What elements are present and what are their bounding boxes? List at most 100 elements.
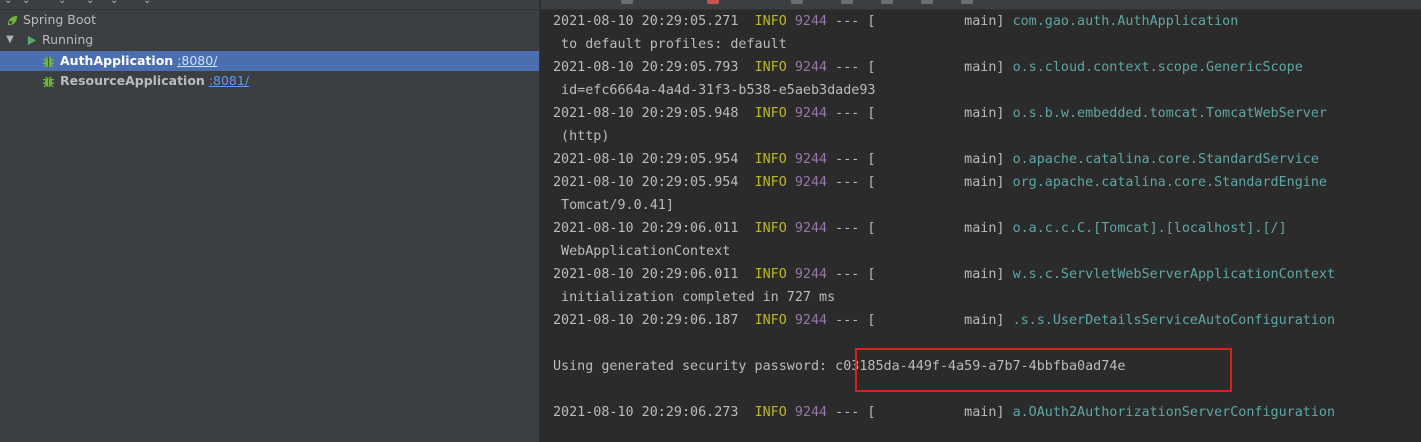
log-thread: main] [875,14,1005,29]
add-service-icon[interactable]: ⌄ [143,0,153,6]
log-spacer [1005,267,1013,282]
log-spacer [1005,14,1013,29]
log-continuation: initialization completed in 727 ms [553,290,836,305]
log-spacer [1005,221,1013,236]
log-logger: o.s.cloud.context.scope.GenericScope [1012,60,1303,75]
expand-icon[interactable]: ⌄ [22,0,32,6]
log-pid: 9244 [794,405,828,420]
log-thread: main] [875,106,1005,121]
group-by-icon[interactable]: ⌄ [58,0,68,6]
toolbar-icon[interactable] [841,0,853,4]
app-name: AuthApplication [60,53,174,68]
log-timestamp: 2021-08-10 20:29:06.273 [553,405,739,420]
log-spacer [738,60,754,75]
log-thread: main] [875,152,1005,167]
services-toolbar: ⌄ ⌄ ⌄ ⌄ ⌄ ⌄ [0,0,539,10]
tree-node-spring-boot[interactable]: Spring Boot [0,10,539,30]
log-level: INFO [754,106,787,121]
log-spacer [738,152,754,167]
port-link[interactable]: :8081/ [209,73,249,88]
log-thread: main] [875,267,1005,282]
app-name: ResourceApplication [60,73,205,88]
console-tab-icon[interactable] [621,0,633,4]
log-logger: com.gao.auth.AuthApplication [1012,14,1239,29]
log-spacer [1005,152,1013,167]
spring-app-bug-icon [42,56,55,68]
sort-icon[interactable]: ⌄ [110,0,120,6]
log-separator: --- [ [827,14,876,29]
log-logger: org.apache.catalina.core.StandardEngine [1012,175,1327,190]
tree-node-auth-application[interactable]: AuthApplication:8080/ [0,51,539,71]
chevron-down-icon[interactable]: ▼ [4,30,16,50]
log-logger: a.OAuth2AuthorizationServerConfiguration [1012,405,1336,420]
log-logger: o.a.c.c.C.[Tomcat].[localhost].[/] [1012,221,1287,236]
console-toolbar [541,0,1421,10]
log-spacer [787,221,795,236]
tree-node-label: Spring Boot [23,12,97,27]
log-spacer [787,313,795,328]
log-pid: 9244 [794,221,828,236]
log-spacer [787,60,795,75]
log-spacer [738,267,754,282]
toolbar-icon[interactable] [881,0,893,4]
log-thread: main] [875,60,1005,75]
log-timestamp: 2021-08-10 20:29:05.948 [553,106,739,121]
log-level: INFO [754,175,787,190]
log-separator: --- [ [827,175,876,190]
log-spacer [787,267,795,282]
log-continuation: WebApplicationContext [553,244,731,259]
log-spacer [1005,106,1013,121]
log-level: INFO [754,313,787,328]
log-timestamp: 2021-08-10 20:29:06.011 [553,267,739,282]
log-timestamp: 2021-08-10 20:29:06.011 [553,221,739,236]
log-timestamp: 2021-08-10 20:29:05.954 [553,175,739,190]
log-spacer [738,106,754,121]
spring-app-bug-icon [42,76,55,88]
toolbar-icon[interactable] [921,0,933,4]
services-panel: ⌄ ⌄ ⌄ ⌄ ⌄ ⌄ Spring Boot ▼ Running AuthAp… [0,0,540,442]
log-pid: 9244 [794,152,828,167]
log-line: 2021-08-10 20:29:06.187 INFO 9244 --- [ … [553,309,1335,332]
log-line: 2021-08-10 20:29:05.271 INFO 9244 --- [ … [553,10,1238,33]
log-spacer [738,405,754,420]
log-logger: o.apache.catalina.core.StandardService [1012,152,1319,167]
log-spacer [787,106,795,121]
log-continuation: to default profiles: default [553,37,787,52]
log-separator: --- [ [827,221,876,236]
log-line: 2021-08-10 20:29:05.948 INFO 9244 --- [ … [553,102,1327,125]
log-separator: --- [ [827,152,876,167]
endpoints-tab-icon[interactable] [707,0,719,4]
collapse-icon[interactable]: ⌄ [4,0,14,6]
log-level: INFO [754,152,787,167]
tree-node-label: ResourceApplication :8081/ [60,71,249,91]
log-line: 2021-08-10 20:29:05.793 INFO 9244 --- [ … [553,56,1303,79]
log-spacer [787,175,795,190]
log-spacer [1005,313,1013,328]
log-timestamp: 2021-08-10 20:29:06.187 [553,313,739,328]
log-logger: w.s.c.ServletWebServerApplicationContext [1012,267,1336,282]
log-line: 2021-08-10 20:29:05.954 INFO 9244 --- [ … [553,171,1327,194]
tree-node-running[interactable]: ▼ Running [0,30,539,50]
log-continuation: (http) [553,129,610,144]
log-line: 2021-08-10 20:29:06.011 INFO 9244 --- [ … [553,263,1335,286]
log-level: INFO [754,60,787,75]
log-spacer [738,14,754,29]
port-link[interactable]: :8080/ [177,53,217,68]
log-spacer [787,14,795,29]
log-level: INFO [754,14,787,29]
log-separator: --- [ [827,267,876,282]
toolbar-icon[interactable] [961,0,973,4]
log-thread: main] [875,405,1005,420]
log-pid: 9244 [794,313,828,328]
log-logger: .s.s.UserDetailsServiceAutoConfiguration [1012,313,1336,328]
log-level: INFO [754,267,787,282]
tree-node-resource-application[interactable]: ResourceApplication :8081/ [0,71,539,91]
log-pid: 9244 [794,175,828,190]
log-spacer [1005,60,1013,75]
filter-icon[interactable]: ⌄ [86,0,96,6]
log-separator: --- [ [827,313,876,328]
log-thread: main] [875,221,1005,236]
log-spacer [738,313,754,328]
toolbar-icon[interactable] [791,0,803,4]
log-continuation: Tomcat/9.0.41] [553,198,674,213]
